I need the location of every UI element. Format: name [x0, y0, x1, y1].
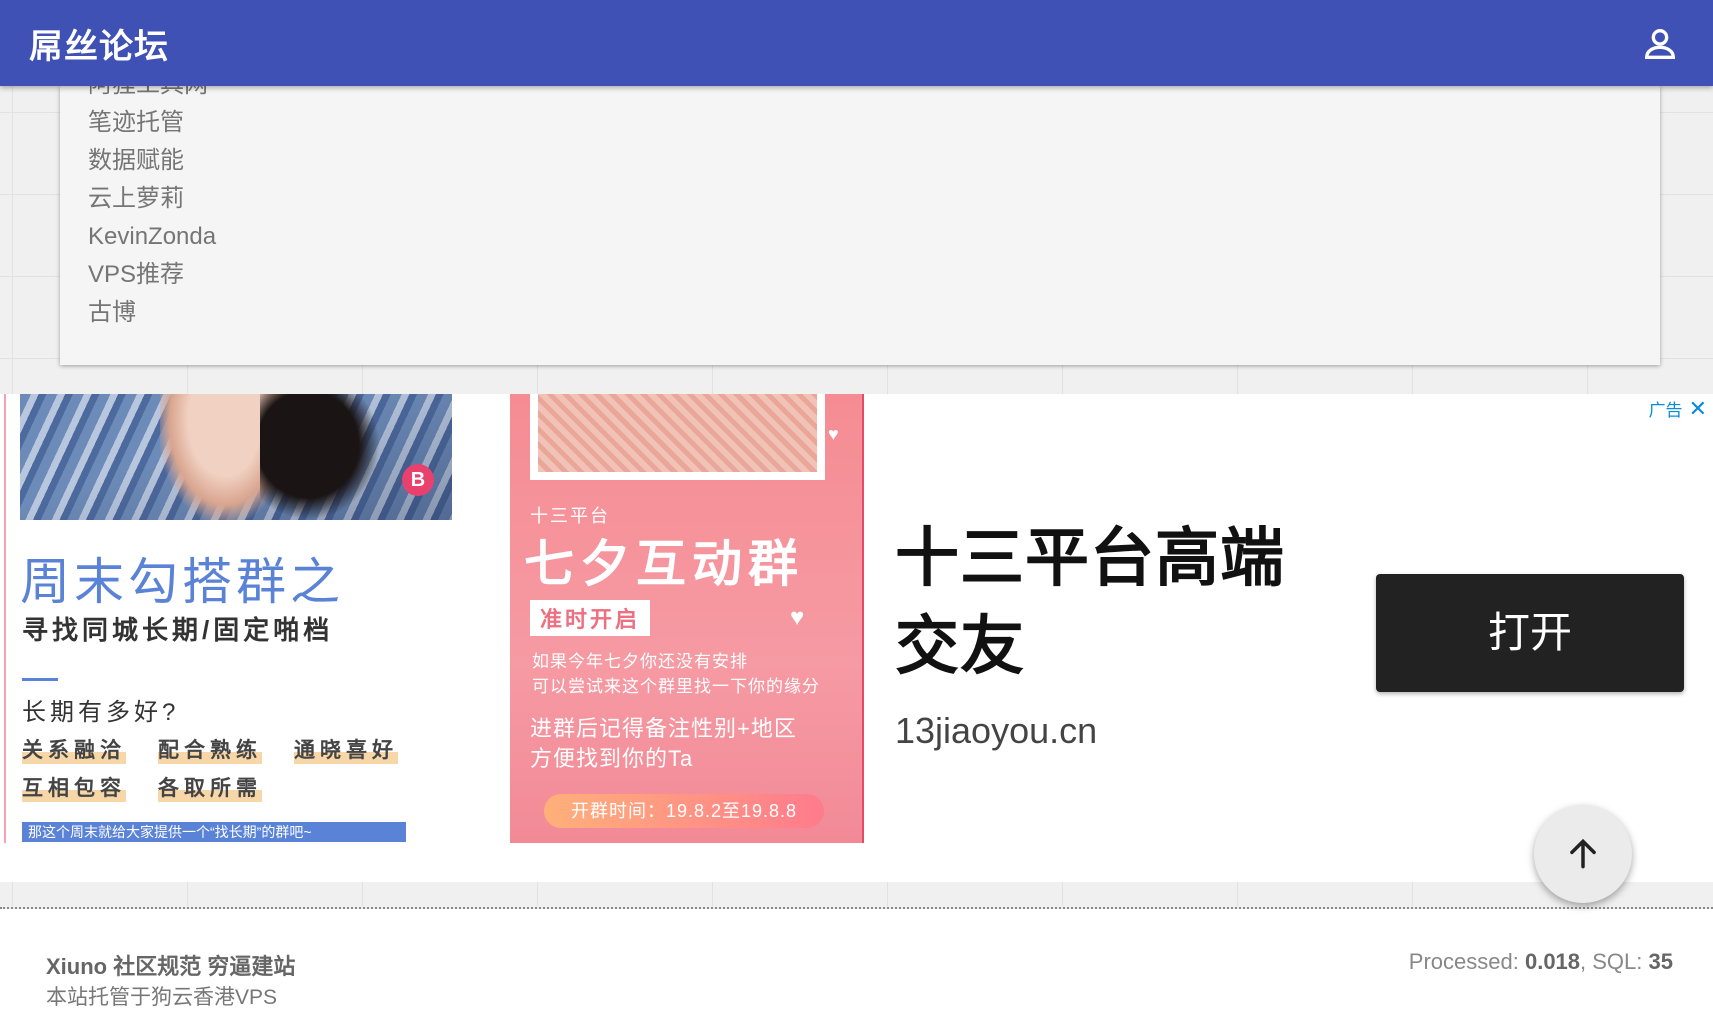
- ad-tag-item: 通晓喜好: [294, 734, 398, 764]
- user-account-button[interactable]: [1640, 24, 1680, 64]
- ad-open-button[interactable]: 打开: [1376, 574, 1684, 692]
- friend-link[interactable]: 笔迹托管: [88, 104, 216, 142]
- footer-link[interactable]: 穷逼建站: [207, 954, 295, 979]
- ad-photo: B: [20, 394, 452, 520]
- ad-tag-item: 互相包容: [22, 772, 126, 802]
- ad-left-question: 长期有多好?: [22, 699, 180, 726]
- ad-middle-title: 七夕互动群: [524, 536, 804, 592]
- footer-stats: Processed: 0.018, SQL: 35: [1409, 949, 1673, 975]
- site-title[interactable]: 屌丝论坛: [29, 19, 169, 68]
- footer: Xiuno 社区规范 穷逼建站 本站托管于狗云香港VPS Processed: …: [0, 909, 1713, 1032]
- ad-middle-photo: [530, 394, 825, 480]
- stats-sql-value: 35: [1648, 949, 1673, 974]
- heart-icon: ♥: [790, 604, 805, 631]
- friend-link[interactable]: VPS推荐: [88, 256, 216, 294]
- ad-label: 广告 ✕: [1649, 396, 1707, 421]
- ad-middle-paragraph: 进群后记得备注性别+地区 方便找到你的Ta: [530, 716, 797, 771]
- account-icon: [1644, 29, 1676, 59]
- stats-sql-label: , SQL:: [1580, 949, 1643, 974]
- ad-left-title: 周末勾搭群之: [20, 554, 344, 610]
- footer-links: Xiuno 社区规范 穷逼建站: [46, 949, 295, 981]
- arrow-up-icon: [1570, 838, 1596, 869]
- stats-processed-value: 0.018: [1524, 949, 1581, 974]
- ad-image-middle[interactable]: 十三平台 七夕互动群 准时开启 ♥ ♥ 如果今年七夕你还没有安排 可以尝试来这个…: [510, 394, 864, 843]
- footer-link[interactable]: 社区规范: [113, 954, 201, 979]
- ad-image-left[interactable]: B 周末勾搭群之 寻找同城长期/固定啪档 长期有多好? 关系融洽 配合熟练 通晓…: [4, 394, 452, 843]
- stats-processed-label: Processed:: [1408, 949, 1519, 974]
- ad-tag-item: 关系融洽: [22, 734, 126, 764]
- footer-hosting: 本站托管于狗云香港VPS: [46, 986, 278, 1009]
- footer-link[interactable]: Xiuno: [46, 954, 107, 979]
- back-to-top-button[interactable]: [1534, 805, 1632, 903]
- divider: [22, 678, 58, 681]
- ad-left-tags: 关系融洽 配合熟练 通晓喜好 互相包容 各取所需: [22, 734, 442, 802]
- ad-middle-paragraph: 如果今年七夕你还没有安排 可以尝试来这个群里找一下你的缘分: [532, 652, 820, 696]
- ad-left-footer: 那这个周末就给大家提供一个“找长期”的群吧~: [22, 822, 406, 842]
- friend-link[interactable]: 古博: [88, 294, 216, 332]
- ad-tag-text: 广告: [1648, 401, 1683, 420]
- ad-headline[interactable]: 十三平台高端交友: [895, 514, 1315, 690]
- ad-domain[interactable]: 13jiaoyou.cn: [895, 710, 1097, 752]
- top-app-bar: 屌丝论坛: [0, 0, 1713, 86]
- close-icon[interactable]: ✕: [1689, 397, 1707, 419]
- friend-link[interactable]: 云上萝莉: [88, 180, 216, 218]
- ad-tag-item: 配合熟练: [158, 734, 262, 764]
- ad-left-subtitle: 寻找同城长期/固定啪档: [22, 615, 334, 645]
- friend-link[interactable]: 阿狸工具网: [88, 86, 216, 104]
- friend-link[interactable]: 数据赋能: [88, 142, 216, 180]
- ad-middle-badge: 准时开启: [530, 600, 651, 636]
- advertisement-banner[interactable]: 广告 ✕ B 周末勾搭群之 寻找同城长期/固定啪档 长期有多好? 关系融洽 配合…: [0, 394, 1713, 882]
- ad-tag-item: 各取所需: [158, 772, 262, 802]
- friend-links-card: 阿狸工具网 笔迹托管 数据赋能 云上萝莉 KevinZonda VPS推荐 古博: [60, 86, 1660, 365]
- brand-logo: B: [402, 464, 434, 496]
- ad-middle-time: 开群时间：19.8.2至19.8.8: [544, 794, 824, 828]
- friend-link[interactable]: KevinZonda: [88, 218, 216, 256]
- friend-links-list: 阿狸工具网 笔迹托管 数据赋能 云上萝莉 KevinZonda VPS推荐 古博: [88, 86, 216, 332]
- heart-icon: ♥: [828, 424, 839, 444]
